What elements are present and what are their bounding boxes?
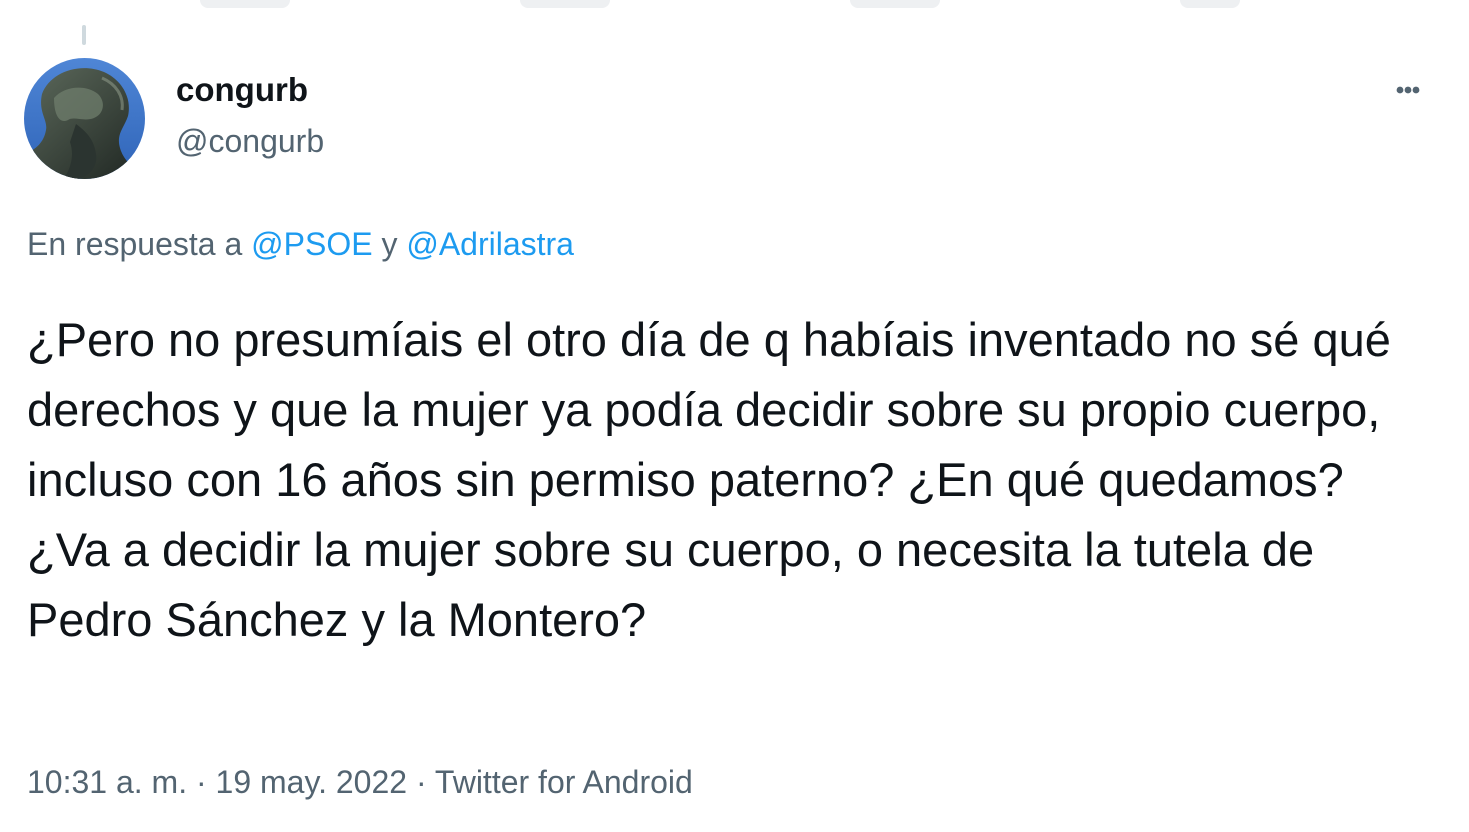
reply-prefix: En respuesta a (27, 226, 252, 262)
tweet-time-link[interactable]: 10:31 a. m. (27, 764, 187, 800)
thread-connector-line (82, 25, 86, 45)
author-handle[interactable]: @congurb (176, 121, 324, 161)
meta-separator: · (187, 764, 216, 800)
reply-context: En respuesta a @PSOE y @Adrilastra (27, 224, 574, 264)
mention-link-psoe[interactable]: @PSOE (251, 226, 372, 262)
more-horizontal-icon (1396, 86, 1420, 94)
tweet-source-link[interactable]: Twitter for Android (435, 764, 693, 800)
tweet-text: ¿Pero no presumíais el otro día de q hab… (27, 313, 1391, 646)
avatar[interactable] (24, 58, 145, 179)
reply-conjunction: y (372, 226, 407, 262)
tweet-date-link[interactable]: 19 may. 2022 (216, 764, 408, 800)
mention-link-adrilastra[interactable]: @Adrilastra (406, 226, 574, 262)
statue-avatar-icon (24, 58, 145, 179)
meta-separator: · (407, 764, 435, 800)
author-display-name[interactable]: congurb (176, 70, 308, 110)
more-options-button[interactable] (1386, 68, 1430, 112)
previous-tweet-actions-edge (0, 0, 1469, 20)
tweet-metadata: 10:31 a. m. · 19 may. 2022 · Twitter for… (27, 762, 693, 802)
